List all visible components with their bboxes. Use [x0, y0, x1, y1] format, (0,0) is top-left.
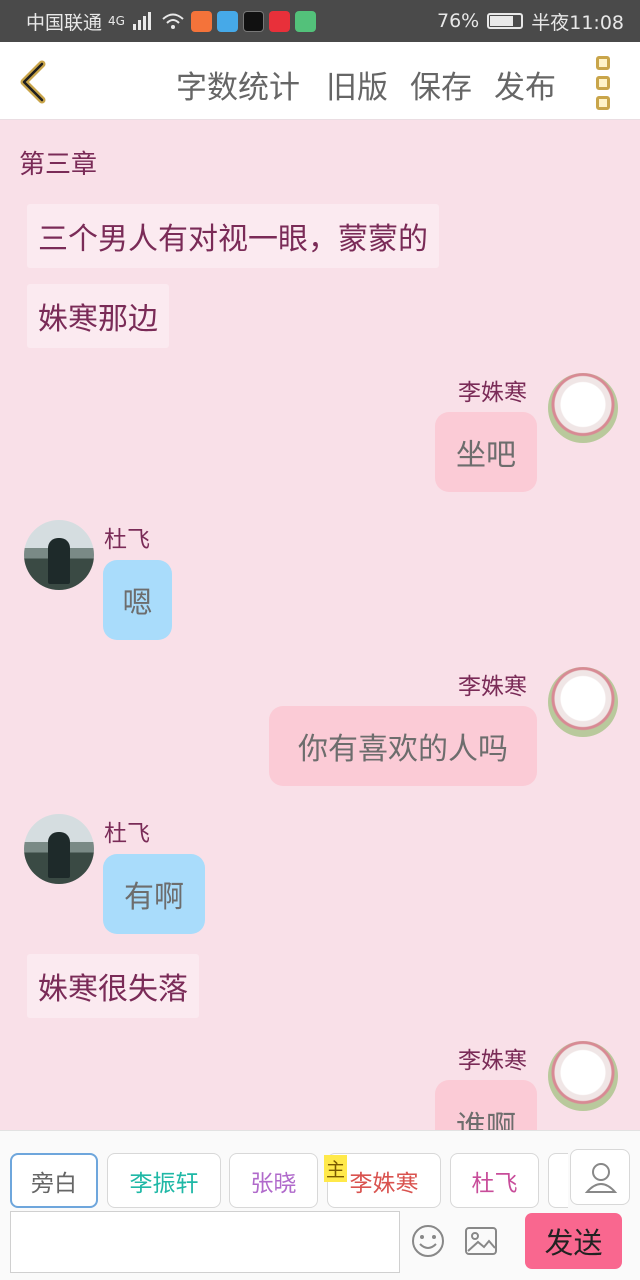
role-tab-overflow[interactable]: [548, 1153, 568, 1208]
speaker-name: 李姝寒: [458, 1048, 527, 1074]
app-icon-red: [268, 10, 290, 32]
back-arrow-icon[interactable]: [14, 58, 54, 106]
avatar-li-shuhan[interactable]: [548, 667, 618, 737]
editor-toolbar: 字数统计 旧版 保存 发布: [0, 42, 640, 120]
speaker-name: 杜飞: [104, 527, 150, 553]
network-type: 4G: [108, 14, 125, 28]
message-bubble[interactable]: 谁啊: [435, 1080, 537, 1130]
narration-bubble[interactable]: 姝寒很失落: [27, 954, 199, 1018]
story-chat-area[interactable]: 第三章 三个男人有对视一眼，蒙蒙的 姝寒那边 李姝寒 坐吧 杜飞 嗯 李姝寒 你…: [0, 120, 640, 1130]
image-icon[interactable]: [463, 1223, 499, 1259]
role-label: 旁白: [31, 1170, 77, 1197]
wifi-icon: [162, 13, 184, 29]
role-tab-du-fei[interactable]: 杜飞: [450, 1153, 539, 1208]
status-bar: 中国联通 4G 76% 半夜11:08: [0, 0, 640, 42]
speaker-name: 杜飞: [104, 821, 150, 847]
publish-button[interactable]: 发布: [494, 62, 556, 107]
emoji-icon[interactable]: [410, 1223, 446, 1259]
message-bubble[interactable]: 你有喜欢的人吗: [269, 706, 537, 786]
speaker-name: 李姝寒: [458, 380, 527, 406]
more-menu-icon[interactable]: [596, 56, 612, 110]
message-input[interactable]: [10, 1211, 400, 1273]
signal-icon: [132, 12, 151, 30]
tiktok-icon: [242, 10, 264, 32]
message-bubble[interactable]: 嗯: [103, 560, 172, 640]
send-button[interactable]: 发送: [525, 1213, 622, 1269]
message-bubble[interactable]: 有啊: [103, 854, 205, 934]
role-label: 李振轩: [129, 1170, 199, 1197]
speaker-name: 李姝寒: [458, 674, 527, 700]
carrier-label: 中国联通: [26, 11, 103, 34]
role-label: 张晓: [250, 1170, 297, 1197]
avatar-du-fei[interactable]: [24, 814, 94, 884]
main-character-badge: 主: [324, 1155, 348, 1182]
narration-bubble[interactable]: 姝寒那边: [27, 284, 169, 348]
role-tab-li-zhenxuan[interactable]: 李振轩: [107, 1153, 221, 1208]
user-icon: [584, 1163, 618, 1193]
compose-bar: 旁白 李振轩 张晓 李姝寒 主 杜飞 发送: [0, 1130, 640, 1280]
battery-percent: 76%: [437, 10, 480, 32]
role-tab-zhang-xiao[interactable]: 张晓: [229, 1153, 318, 1208]
avatar-du-fei[interactable]: [24, 520, 94, 590]
message-bubble[interactable]: 坐吧: [435, 412, 537, 492]
add-role-button[interactable]: [570, 1149, 630, 1205]
app-icon-blue: [216, 10, 238, 32]
chapter-title: 第三章: [19, 150, 98, 180]
app-icon-green: [294, 10, 316, 32]
app-icon-orange: [190, 10, 212, 32]
save-button[interactable]: 保存: [410, 62, 472, 107]
role-tab-narrator[interactable]: 旁白: [10, 1153, 98, 1208]
narration-bubble[interactable]: 三个男人有对视一眼，蒙蒙的: [27, 204, 439, 268]
word-count-button[interactable]: 字数统计: [176, 62, 300, 107]
clock: 半夜11:08: [531, 11, 624, 34]
role-label: 李姝寒: [349, 1170, 419, 1197]
role-label: 杜飞: [471, 1170, 518, 1197]
avatar-li-shuhan[interactable]: [548, 1041, 618, 1111]
old-version-button[interactable]: 旧版: [326, 62, 388, 107]
battery-icon: [487, 13, 524, 29]
avatar-li-shuhan[interactable]: [548, 373, 618, 443]
